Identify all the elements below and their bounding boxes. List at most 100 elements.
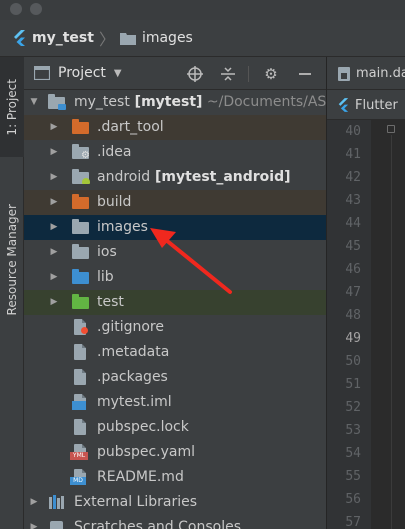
file-icon: [72, 419, 90, 435]
tree-item-name: pubspec.yaml: [97, 444, 195, 460]
tree-item-name: test: [97, 294, 124, 310]
folder-icon: [119, 32, 136, 45]
tree-item-packages[interactable]: .packages: [24, 365, 326, 390]
window-title-bar: [0, 0, 405, 20]
line-number: 47: [345, 285, 361, 300]
tree-item-name: my_test: [74, 94, 130, 110]
line-number: 54: [345, 446, 361, 461]
tree-item-name: .gitignore: [97, 319, 164, 335]
expand-arrow-right-icon[interactable]: ▶: [48, 165, 60, 190]
project-view-selector[interactable]: Project: [58, 65, 106, 81]
libraries-icon: [48, 495, 66, 510]
editor-tab-main-dart[interactable]: main.da: [337, 57, 405, 90]
line-number: 55: [345, 469, 361, 484]
expand-arrow-right-icon[interactable]: ▶: [28, 515, 40, 529]
flutter-icon: [338, 98, 349, 112]
indent-guide: [391, 135, 392, 529]
tree-item-idea[interactable]: ▶ ⚙ .idea: [24, 140, 326, 165]
line-number: 42: [345, 170, 361, 185]
expand-arrow-down-icon[interactable]: ▼: [28, 90, 40, 115]
tree-item-android[interactable]: ▶ android [mytest_android]: [24, 165, 326, 190]
file-iml-icon: [72, 394, 90, 410]
tree-item-name: .idea: [97, 144, 132, 160]
line-number: 48: [345, 308, 361, 323]
locate-icon[interactable]: [186, 65, 204, 83]
expand-arrow-right-icon[interactable]: ▶: [48, 190, 60, 215]
line-number: 50: [345, 354, 361, 369]
expand-arrow-right-icon[interactable]: ▶: [48, 140, 60, 165]
expand-arrow-right-icon[interactable]: ▶: [48, 290, 60, 315]
tab-resource-manager[interactable]: Resource Manager: [0, 172, 24, 347]
file-md-icon: MD: [70, 469, 90, 485]
tree-item-external-libraries[interactable]: ▶ External Libraries: [24, 490, 326, 515]
tree-item-name: images: [97, 219, 148, 235]
tab-resource-manager-label: Resource Manager: [5, 203, 19, 316]
breadcrumb-folder-label: images: [141, 30, 193, 46]
line-number: 56: [345, 492, 361, 507]
window-minimize-button[interactable]: [30, 3, 42, 15]
breadcrumb-folder[interactable]: images: [119, 30, 193, 46]
line-number: 43: [345, 193, 361, 208]
tree-item-test[interactable]: ▶ test: [24, 290, 326, 315]
tree-item-module-tag: [mytest]: [129, 94, 203, 110]
tree-item-name: .dart_tool: [97, 119, 164, 135]
tree-item-scratches-and-consoles[interactable]: ▶ Scratches and Consoles: [24, 515, 326, 529]
tree-item-pubspec-lock[interactable]: pubspec.lock: [24, 415, 326, 440]
collapse-all-icon[interactable]: [219, 65, 237, 83]
editor-tab-flutter[interactable]: Flutter: [337, 90, 398, 120]
tree-item-name: External Libraries: [74, 494, 197, 510]
tree-item-label: Scratches and Consoles: [74, 515, 241, 529]
tab-project[interactable]: 1: Project: [0, 57, 24, 157]
tree-item-gitignore[interactable]: .gitignore: [24, 315, 326, 340]
tree-item-name: README.md: [97, 469, 184, 485]
tree-item-label: .idea: [97, 140, 131, 165]
expand-arrow-right-icon[interactable]: ▶: [48, 265, 60, 290]
chevron-down-icon[interactable]: ▼: [114, 68, 122, 79]
folder-gear-icon: ⚙: [72, 144, 90, 161]
scratches-icon: [48, 520, 66, 529]
tree-item-mytest-iml[interactable]: mytest.iml: [24, 390, 326, 415]
tree-item-name: .metadata: [97, 344, 170, 360]
fold-marker-icon[interactable]: [387, 125, 395, 133]
dart-file-icon: [338, 66, 350, 81]
tree-item-label: .gitignore: [97, 315, 164, 340]
tree-item-lib[interactable]: ▶ lib: [24, 265, 326, 290]
tree-item-build[interactable]: ▶ build: [24, 190, 326, 215]
line-number: 46: [345, 262, 361, 277]
file-git-icon: [72, 319, 90, 335]
tree-item-pubspec-yaml[interactable]: YML pubspec.yaml: [24, 440, 326, 465]
tree-item-metadata[interactable]: .metadata: [24, 340, 326, 365]
tree-item-my-test[interactable]: ▼ my_test [mytest] ~/Documents/ASP: [24, 90, 326, 115]
file-icon: [72, 369, 90, 385]
tree-item-name: build: [97, 194, 132, 210]
gear-icon[interactable]: ⚙: [262, 65, 280, 83]
header-divider: [248, 66, 249, 82]
line-number: 49: [345, 331, 361, 346]
expand-arrow-right-icon[interactable]: ▶: [48, 240, 60, 265]
tab-project-label: 1: Project: [5, 78, 19, 136]
tree-item-images[interactable]: ▶ images: [24, 215, 326, 240]
project-panel: Project ▼ ⚙ ▼ my_test [mytest] ~/Document…: [24, 57, 326, 529]
tree-item-readme-md[interactable]: MD README.md: [24, 465, 326, 490]
breadcrumb-project[interactable]: my_test: [12, 30, 94, 46]
hide-panel-icon[interactable]: [296, 65, 314, 83]
expand-arrow-right-icon[interactable]: ▶: [48, 215, 60, 240]
expand-arrow-right-icon[interactable]: ▶: [28, 490, 40, 515]
expand-arrow-right-icon[interactable]: ▶: [48, 115, 60, 140]
line-number: 51: [345, 377, 361, 392]
line-number: 40: [345, 124, 361, 139]
tree-item-name: pubspec.lock: [97, 419, 189, 435]
tree-item-name: mytest.iml: [97, 394, 172, 410]
window-close-button[interactable]: [10, 3, 22, 15]
line-number: 41: [345, 147, 361, 162]
file-icon: [72, 344, 90, 360]
tree-item-dart-tool[interactable]: ▶ .dart_tool: [24, 115, 326, 140]
tree-item-label: build: [97, 190, 131, 215]
editor-tab-main-dart-label: main.da: [356, 66, 405, 81]
tree-item-label: lib: [97, 265, 114, 290]
folder-orange-icon: [72, 194, 90, 210]
tree-item-ios[interactable]: ▶ ios: [24, 240, 326, 265]
editor-secondary-tab-bar: Flutter: [327, 90, 405, 120]
navigation-bar: my_test 〉 images: [0, 20, 405, 57]
tree-item-label: External Libraries: [74, 490, 197, 515]
